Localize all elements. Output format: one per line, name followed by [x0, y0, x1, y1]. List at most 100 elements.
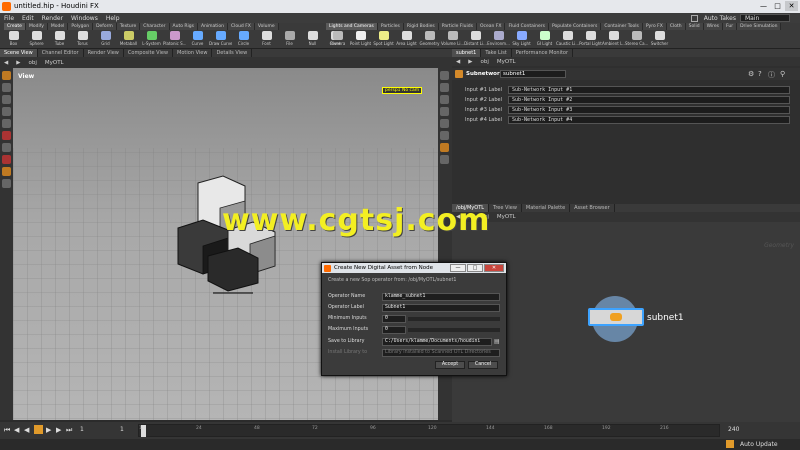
- select-tool-icon[interactable]: [2, 71, 11, 80]
- shelf-tool[interactable]: Switcher: [648, 31, 671, 49]
- info-icon[interactable]: ⓘ: [768, 70, 775, 80]
- display-options-icon[interactable]: [440, 71, 449, 80]
- camera-icon[interactable]: [440, 143, 449, 152]
- tab-composite-view[interactable]: Composite View: [124, 49, 174, 57]
- shelf-tool[interactable]: Sphere: [25, 31, 48, 49]
- shelf-tool[interactable]: Volume Li...: [441, 31, 464, 49]
- menu-windows[interactable]: Windows: [67, 15, 102, 22]
- tab-material-palette[interactable]: Material Palette: [522, 204, 571, 212]
- shelf-tab[interactable]: Deform: [93, 23, 117, 30]
- pose-tool-icon[interactable]: [2, 131, 11, 140]
- start-frame[interactable]: 1: [120, 426, 124, 433]
- shelf-tool[interactable]: Area Light: [395, 31, 418, 49]
- shelf-tool[interactable]: Environm...: [487, 31, 510, 49]
- path-node[interactable]: MyOTL: [493, 214, 520, 220]
- current-frame[interactable]: 1: [80, 426, 84, 433]
- path-root[interactable]: obj: [476, 59, 492, 65]
- step-forward-icon[interactable]: ▶: [56, 426, 61, 434]
- snap-icon[interactable]: [440, 131, 449, 140]
- max-inputs-field[interactable]: 0: [382, 326, 406, 334]
- shelf-tab[interactable]: Cloth: [666, 23, 686, 30]
- shelf-tab[interactable]: Animation: [197, 23, 228, 30]
- minimize-button[interactable]: —: [757, 1, 770, 11]
- tab-tree-view[interactable]: Tree View: [489, 204, 522, 212]
- go-start-icon[interactable]: ⏮: [4, 426, 10, 435]
- install-library-select[interactable]: Library installed to Scanned OTL Directo…: [382, 349, 500, 357]
- close-button[interactable]: ✕: [785, 1, 798, 11]
- menu-file[interactable]: File: [0, 15, 18, 22]
- forward-arrow-icon[interactable]: ▶: [12, 60, 24, 66]
- shelf-tool[interactable]: L-System: [140, 31, 163, 49]
- path-node[interactable]: MyOTL: [41, 60, 68, 66]
- max-inputs-slider[interactable]: [408, 328, 500, 332]
- shelf-tool[interactable]: Ambient L...: [602, 31, 625, 49]
- node-name-field[interactable]: subnet1: [500, 70, 566, 78]
- shelf-tool[interactable]: Platonic S...: [163, 31, 186, 49]
- shelf-tab[interactable]: Ocean FX: [476, 23, 506, 30]
- shelf-tab[interactable]: Cloud FX: [227, 23, 255, 30]
- points-icon[interactable]: [440, 107, 449, 116]
- shelf-tab[interactable]: Modify: [25, 23, 48, 30]
- magnet-tool-icon[interactable]: [2, 155, 11, 164]
- shelf-tool[interactable]: Grid: [94, 31, 117, 49]
- render-tool-icon[interactable]: [2, 179, 11, 188]
- scale-tool-icon[interactable]: [2, 107, 11, 116]
- accept-button[interactable]: Accept: [435, 361, 465, 369]
- brush-tool-icon[interactable]: [2, 143, 11, 152]
- subnet-node[interactable]: [588, 308, 644, 326]
- dialog-minimize-button[interactable]: —: [450, 264, 466, 272]
- shelf-tool[interactable]: Geometry: [418, 31, 441, 49]
- view-tool-icon[interactable]: [2, 167, 11, 176]
- cancel-button[interactable]: Cancel: [468, 361, 498, 369]
- shelf-tool[interactable]: Tube: [48, 31, 71, 49]
- shelf-tab[interactable]: Particles: [377, 23, 404, 30]
- frame-ruler[interactable]: 1 24 48 72 96 120 144 168 192 216: [138, 424, 720, 437]
- min-inputs-slider[interactable]: [408, 317, 500, 321]
- back-arrow-icon[interactable]: ◀: [452, 59, 464, 65]
- shelf-tool[interactable]: Box: [2, 31, 25, 49]
- end-frame[interactable]: 240: [728, 426, 739, 433]
- tab-render-view[interactable]: Render View: [84, 49, 124, 57]
- help-icon[interactable]: ?: [758, 70, 762, 78]
- shelf-tool[interactable]: Stereo Ca...: [625, 31, 648, 49]
- shelf-tool[interactable]: Torus: [71, 31, 94, 49]
- shelf-tool[interactable]: Sky Light: [510, 31, 533, 49]
- shelf-tool[interactable]: Spot Light: [372, 31, 395, 49]
- shelf-tool[interactable]: Metaball: [117, 31, 140, 49]
- path-node[interactable]: MyOTL: [493, 59, 520, 65]
- shelf-tab[interactable]: Pyro FX: [642, 23, 667, 30]
- auto-update-label[interactable]: Auto Update: [740, 441, 778, 448]
- menu-render[interactable]: Render: [38, 15, 67, 22]
- menu-edit[interactable]: Edit: [18, 15, 38, 22]
- normals-icon[interactable]: [440, 119, 449, 128]
- tab-details-view[interactable]: Details View: [212, 49, 253, 57]
- tab-asset-browser[interactable]: Asset Browser: [570, 204, 615, 212]
- op-label-field[interactable]: Subnet1: [382, 304, 500, 312]
- shelf-tool[interactable]: Camera: [326, 31, 349, 49]
- tab-subnet1[interactable]: subnet1: [452, 49, 482, 57]
- handle-tool-icon[interactable]: [2, 119, 11, 128]
- tab-scene-view[interactable]: Scene View: [0, 49, 38, 57]
- shelf-tab[interactable]: Character: [140, 23, 170, 30]
- shelf-tab[interactable]: Drive Simulation: [737, 23, 782, 30]
- update-mode-icon[interactable]: [726, 440, 734, 448]
- shelf-tool[interactable]: File: [278, 31, 301, 49]
- shelf-tab[interactable]: Populate Containers: [549, 23, 602, 30]
- param-input[interactable]: Sub-Network Input #3: [508, 106, 790, 114]
- shelf-tool[interactable]: Caustic Li...: [556, 31, 579, 49]
- shelf-tool[interactable]: Font: [255, 31, 278, 49]
- shelf-tool[interactable]: Portal Light: [579, 31, 602, 49]
- shelf-tool[interactable]: Point Light: [349, 31, 372, 49]
- shelf-tool[interactable]: Distant Li...: [464, 31, 487, 49]
- shaded-icon[interactable]: [440, 95, 449, 104]
- dialog-maximize-button[interactable]: □: [467, 264, 483, 272]
- shelf-tab-lights[interactable]: Lights and Cameras: [326, 23, 378, 30]
- auto-takes-checkbox[interactable]: [690, 14, 698, 22]
- tab-motion-view[interactable]: Motion View: [173, 49, 213, 57]
- shelf-tab[interactable]: Fluid Containers: [505, 23, 549, 30]
- gear-icon[interactable]: ⚙: [748, 70, 754, 78]
- wireframe-icon[interactable]: [440, 83, 449, 92]
- light-icon[interactable]: [440, 155, 449, 164]
- camera-menu[interactable]: persp1 No cam: [382, 87, 423, 94]
- move-tool-icon[interactable]: [2, 83, 11, 92]
